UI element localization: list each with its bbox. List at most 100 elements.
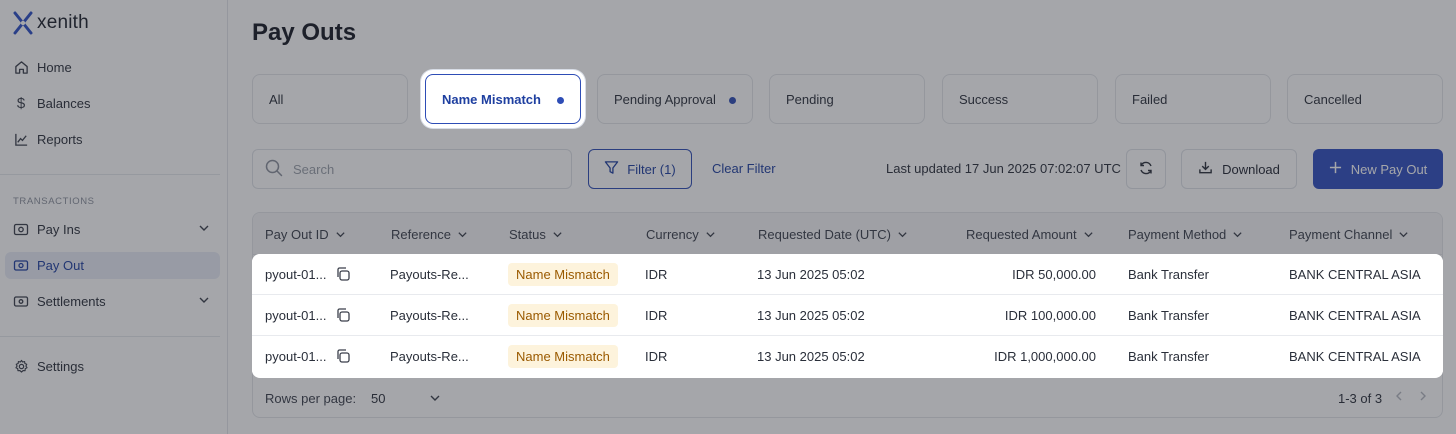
refresh-button[interactable] [1126,149,1166,189]
column-header-payment-method[interactable]: Payment Method [1128,227,1243,242]
requested-date-cell: 13 Jun 2025 05:02 [757,308,865,323]
sidebar-item-label: Settings [37,359,84,374]
tab-all[interactable]: All [252,74,408,124]
sidebar-item-balances[interactable]: $ Balances [5,90,220,117]
download-icon [1198,160,1213,178]
currency-cell: IDR [645,267,668,282]
previous-page-button[interactable] [1393,390,1405,405]
reference-cell: Payouts-Re... [390,267,469,282]
column-label: Reference [391,227,451,242]
copy-icon[interactable] [335,307,351,326]
requested-date-cell: 13 Jun 2025 05:02 [757,349,865,364]
xenith-logo-icon [13,11,33,35]
filter-button[interactable]: Filter (1) [588,149,692,189]
sidebar-item-pay-ins[interactable]: Pay Ins [5,216,220,243]
pay-ins-icon [13,222,29,238]
dollar-icon: $ [16,95,26,112]
rows-per-page-select[interactable]: 50 [371,385,441,411]
column-header-payout-id[interactable]: Pay Out ID [265,227,346,242]
sidebar: xenith Home $ Balances Reports TRANSACTI… [0,0,228,434]
tab-pending[interactable]: Pending [769,74,925,124]
column-header-currency[interactable]: Currency [646,227,716,242]
tab-label: Name Mismatch [442,91,541,107]
payout-id-cell: pyout-01... [265,267,327,282]
reference-cell: Payouts-Re... [390,308,469,323]
payment-method-cell: Bank Transfer [1128,308,1209,323]
search-input[interactable] [293,161,553,177]
requested-amount-cell: IDR 100,000.00 [1004,308,1096,323]
chevron-down-icon [335,232,345,238]
payout-id-cell: pyout-01... [265,308,327,323]
payment-channel-cell: BANK CENTRAL ASIA [1289,267,1421,282]
column-header-reference[interactable]: Reference [391,227,468,242]
column-label: Requested Amount [966,227,1077,242]
sidebar-item-label: Settlements [37,294,106,309]
tab-pending-approval[interactable]: Pending Approval [597,74,753,124]
tab-cancelled[interactable]: Cancelled [1287,74,1443,124]
gear-icon [13,359,29,375]
tab-name-mismatch[interactable]: Name Mismatch [425,74,581,124]
table-row[interactable]: pyout-01... Payouts-Re... Name Mismatch … [252,295,1443,336]
chevron-left-icon [1396,391,1402,401]
sidebar-item-label: Reports [37,132,83,147]
tab-label: All [269,91,284,107]
copy-icon[interactable] [335,348,351,367]
rows-per-page-value: 50 [371,390,386,406]
search-box[interactable] [252,149,572,189]
payout-id-cell: pyout-01... [265,349,327,364]
sidebar-item-label: Pay Out [37,258,84,273]
new-payout-button[interactable]: New Pay Out [1313,149,1443,189]
tab-failed[interactable]: Failed [1115,74,1271,124]
pagination-info: 1-3 of 3 [1338,391,1383,406]
column-header-payment-channel[interactable]: Payment Channel [1289,227,1409,242]
tab-success[interactable]: Success [942,74,1098,124]
payment-channel-cell: BANK CENTRAL ASIA [1289,349,1421,364]
new-payout-button-label: New Pay Out [1350,161,1428,177]
table-row[interactable]: pyout-01... Payouts-Re... Name Mismatch … [252,254,1443,295]
column-label: Pay Out ID [265,227,329,242]
download-button[interactable]: Download [1181,149,1297,189]
table-footer: Rows per page: 50 1-3 of 3 [253,377,1442,417]
refresh-icon [1138,160,1154,179]
filter-icon [604,160,619,178]
rows-per-page-label: Rows per page: [265,391,357,406]
chevron-down-icon [1083,232,1093,238]
notification-dot [729,97,736,104]
clear-filter-link[interactable]: Clear Filter [712,161,776,176]
requested-amount-cell: IDR 50,000.00 [1012,267,1096,282]
payment-method-cell: Bank Transfer [1128,267,1209,282]
chevron-right-icon [1420,391,1426,401]
status-badge: Name Mismatch [508,263,618,286]
app-name: xenith [37,12,89,33]
page-title: Pay Outs [252,19,357,46]
status-badge: Name Mismatch [508,345,618,368]
sidebar-item-pay-out[interactable]: Pay Out [5,252,220,279]
currency-cell: IDR [645,308,668,323]
sidebar-item-settings[interactable]: Settings [5,353,220,380]
tab-label: Pending Approval [614,91,716,107]
chevron-down-icon [553,232,562,238]
search-icon [265,159,283,180]
table-row[interactable]: pyout-01... Payouts-Re... Name Mismatch … [252,336,1443,377]
chevron-down-icon [198,222,210,237]
sidebar-item-reports[interactable]: Reports [5,126,220,153]
requested-amount-cell: IDR 1,000,000.00 [994,349,1096,364]
sidebar-item-home[interactable]: Home [5,54,220,81]
tab-label: Pending [786,91,834,107]
chart-line-icon [13,132,29,148]
filter-button-label: Filter (1) [627,161,676,177]
sidebar-item-settlements[interactable]: Settlements [5,288,220,315]
app-logo[interactable]: xenith [12,11,89,35]
column-label: Payment Method [1128,227,1227,242]
copy-icon[interactable] [335,266,351,285]
next-page-button[interactable] [1417,390,1429,405]
last-updated-text: Last updated 17 Jun 2025 07:02:07 UTC [886,161,1121,176]
column-header-status[interactable]: Status [509,227,563,242]
tab-label: Cancelled [1304,91,1362,107]
payment-method-cell: Bank Transfer [1128,349,1209,364]
table-header: Pay Out ID Reference Status Currency Req… [253,213,1442,255]
chevron-down-icon [198,294,210,309]
column-header-requested-amount[interactable]: Requested Amount [966,227,1094,242]
status-badge: Name Mismatch [508,304,618,327]
column-header-requested-date[interactable]: Requested Date (UTC) [758,227,908,242]
